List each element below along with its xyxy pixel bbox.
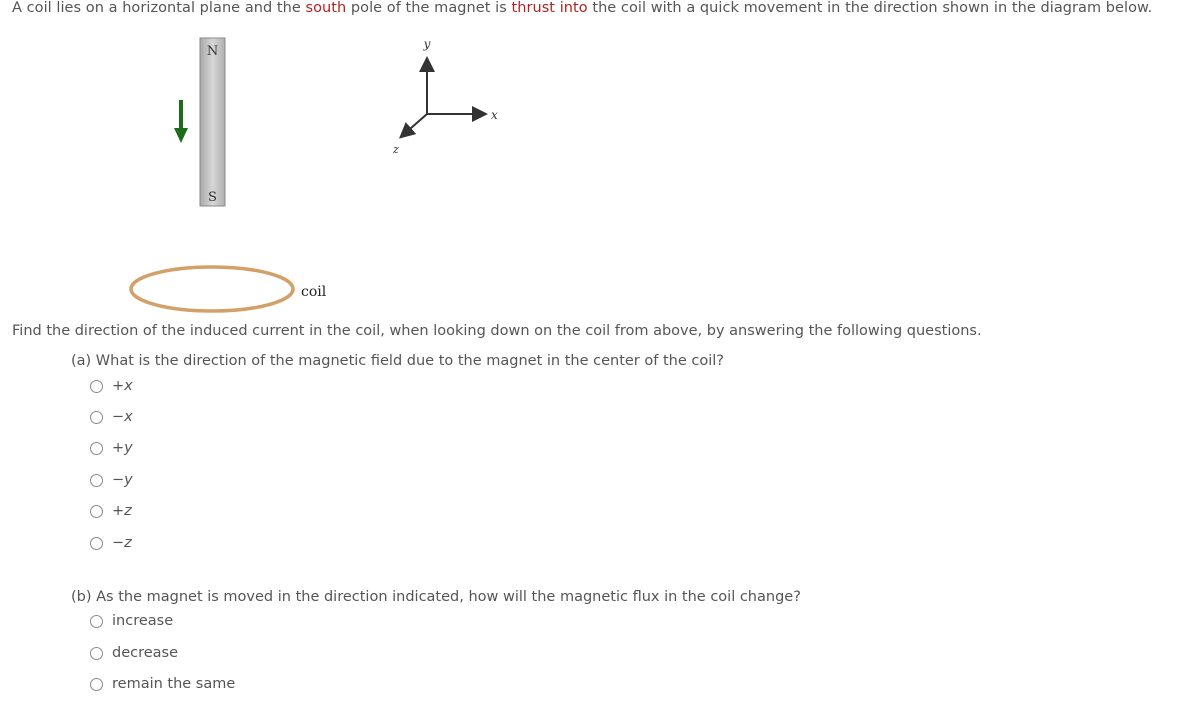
radio-button[interactable]: [90, 473, 103, 487]
question-b-text: (b) As the magnet is moved in the direct…: [71, 589, 801, 605]
question-a-text: (a) What is the direction of the magneti…: [71, 353, 724, 369]
coil-label: coil: [301, 284, 327, 300]
motion-arrow-down-icon: [174, 100, 188, 143]
option-plus-x[interactable]: +x: [90, 378, 133, 394]
radio-button[interactable]: [90, 410, 103, 424]
option-remain-the-same[interactable]: remain the same: [90, 676, 235, 692]
option-minus-y[interactable]: −y: [90, 472, 133, 488]
option-minus-x[interactable]: −x: [90, 409, 133, 425]
bar-magnet: N S: [199, 37, 226, 207]
y-axis-label: y: [423, 37, 431, 51]
magnet-coil-diagram: N S y x z coil: [0, 0, 560, 320]
coil-ring: [129, 265, 295, 313]
z-axis-label: z: [392, 143, 399, 156]
radio-button[interactable]: [90, 646, 103, 660]
option-increase[interactable]: increase: [90, 613, 173, 629]
x-axis-label: x: [491, 108, 498, 122]
z-axis: [398, 113, 428, 139]
radio-button[interactable]: [90, 504, 103, 518]
option-plus-z[interactable]: +z: [90, 503, 132, 519]
radio-button[interactable]: [90, 536, 103, 550]
radio-button[interactable]: [90, 614, 103, 628]
coordinate-axes: [398, 56, 488, 139]
radio-button[interactable]: [90, 379, 103, 393]
radio-button[interactable]: [90, 441, 103, 455]
option-minus-z[interactable]: −z: [90, 535, 132, 551]
option-plus-y[interactable]: +y: [90, 440, 133, 456]
magnet-south-label: S: [208, 190, 217, 205]
magnet-north-label: N: [207, 44, 218, 59]
intro-part-3: the coil with a quick movement in the di…: [587, 0, 1153, 16]
instructions: Find the direction of the induced curren…: [12, 323, 982, 339]
radio-button[interactable]: [90, 677, 103, 691]
option-decrease[interactable]: decrease: [90, 645, 178, 661]
